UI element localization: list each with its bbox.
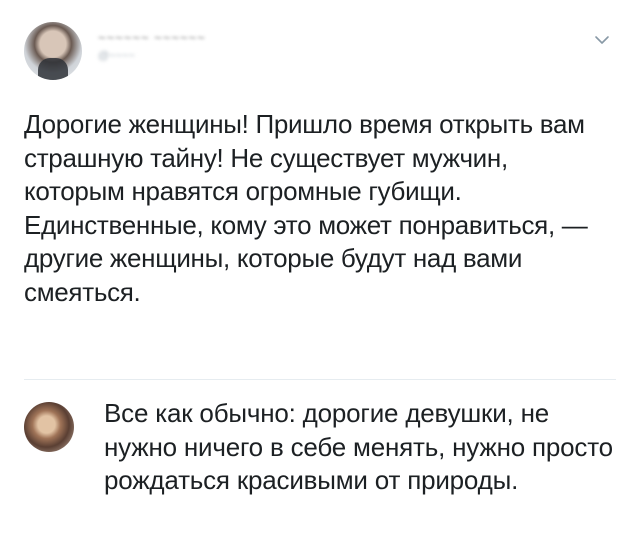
chevron-down-icon[interactable] [592, 30, 612, 50]
reply: Все как обычно: дорогие девушки, не нужн… [0, 380, 640, 557]
author-avatar[interactable] [24, 22, 82, 80]
reply-text: Все как обычно: дорогие девушки, не нужн… [104, 398, 613, 495]
tweet: ~~~~~~ ~~~~~~ @~~~~ Дорогие женщины! При… [0, 0, 640, 380]
author-name-blurred[interactable]: ~~~~~~ ~~~~~~ [98, 30, 254, 45]
author-handle-blurred[interactable]: @~~~~ [98, 50, 158, 62]
tweet-text: Дорогие женщины! Пришло время открыть ва… [24, 109, 588, 307]
reply-avatar[interactable] [24, 402, 74, 452]
